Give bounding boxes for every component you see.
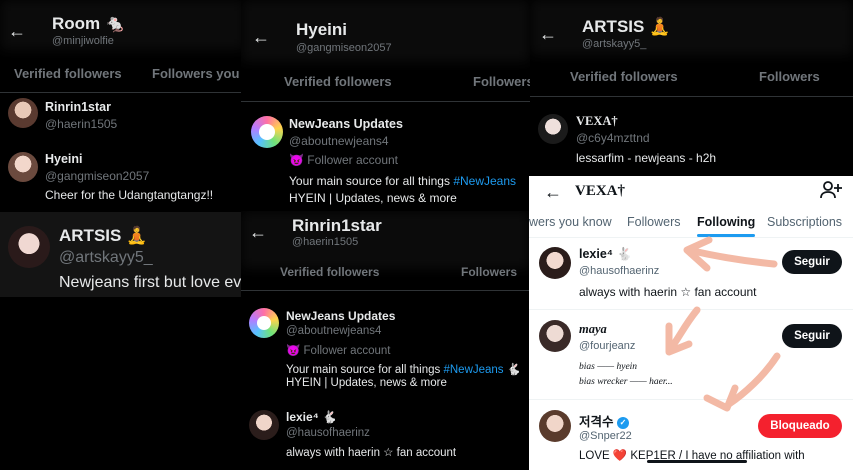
back-arrow-icon[interactable]: ←	[539, 25, 557, 43]
back-arrow-icon[interactable]: ←	[249, 223, 267, 241]
profile-handle: @haerin1505	[292, 236, 359, 248]
user-handle: @hausofhaerinz	[286, 427, 370, 439]
user-name[interactable]: lexie⁴ 🐇	[286, 410, 337, 424]
panel-rinrin-followers: ← Rinrin1star @haerin1505 Verified follo…	[241, 211, 530, 470]
mouse-emoji: 🐁	[104, 14, 127, 33]
tab-verified-followers[interactable]: Verified followers	[280, 265, 379, 279]
follower-account-label: 😈 Follower account	[286, 345, 391, 357]
user-bio: Newjeans first but love ev	[59, 274, 242, 291]
user-bio: Your main source for all things #NewJean…	[286, 364, 522, 376]
profile-handle: @minjiwolfie	[52, 35, 114, 47]
tab-followers[interactable]: Followers	[759, 69, 820, 84]
newjeans-logo-avatar[interactable]	[249, 308, 279, 338]
hashtag-link[interactable]: #NewJeans	[443, 364, 503, 376]
avatar[interactable]	[8, 226, 50, 268]
user-handle: @aboutnewjeans4	[286, 325, 382, 337]
meditation-emoji: 🧘	[649, 17, 671, 36]
user-handle: @c6y4mzttnd	[576, 131, 650, 145]
panel-artsis-followers: ← ARTSIS 🧘 @artskayy5_ Verified follower…	[530, 0, 853, 176]
avatar[interactable]	[249, 410, 279, 440]
user-name[interactable]: Hyeini	[45, 152, 83, 166]
user-bio: lessarfim - newjeans - h2h	[576, 151, 717, 165]
profile-title: Rinrin1star	[292, 216, 382, 235]
tab-followers[interactable]: Followers	[461, 265, 517, 279]
profile-handle: @gangmiseon2057	[296, 42, 392, 54]
user-name[interactable]: Rinrin1star	[45, 100, 111, 114]
tab-verified-followers[interactable]: Verified followers	[570, 69, 678, 84]
mask-icon: 😈	[289, 153, 304, 167]
user-bio-line2: HYEIN | Updates, news & more	[289, 191, 457, 205]
follower-account-label: 😈 Follower account	[289, 153, 399, 167]
bunny-emoji: 🐇	[506, 364, 522, 376]
back-arrow-icon[interactable]: ←	[8, 22, 26, 40]
avatar[interactable]	[538, 114, 568, 144]
newjeans-logo-avatar[interactable]	[251, 116, 283, 148]
profile-title: Hyeini	[296, 20, 348, 39]
user-name[interactable]: NewJeans Updates	[286, 309, 395, 323]
avatar[interactable]	[8, 152, 38, 182]
user-bio: Your main source for all things #NewJean…	[289, 174, 517, 188]
user-handle: @artskayy5_	[59, 249, 153, 266]
panel-vexa-following: ← VEXA† wers you know Followers Followin…	[529, 176, 853, 470]
user-name[interactable]: NewJeans Updates	[289, 117, 403, 131]
profile-handle: @artskayy5_	[582, 38, 647, 50]
back-arrow-icon[interactable]: ←	[252, 28, 270, 46]
mask-icon: 😈	[286, 345, 301, 357]
bunny-emoji: 🐇	[321, 410, 337, 424]
hashtag-link[interactable]: #NewJeans	[453, 174, 516, 188]
tab-verified-followers[interactable]: Verified followers	[284, 74, 392, 89]
tab-verified-followers[interactable]: Verified followers	[14, 66, 122, 81]
avatar[interactable]	[8, 98, 38, 128]
tab-followers-you-know[interactable]: Followers you kr	[152, 66, 245, 81]
meditation-emoji: 🧘	[126, 226, 148, 245]
user-handle: @gangmiseon2057	[45, 169, 150, 183]
user-name[interactable]: VEXA†	[576, 114, 618, 129]
profile-title: Room 🐁	[52, 14, 127, 33]
profile-title: ARTSIS 🧘	[582, 17, 671, 36]
user-handle: @aboutnewjeans4	[289, 134, 389, 148]
user-bio: Cheer for the Udangtangtangz!!	[45, 188, 214, 202]
panel-hyeini-followers: ← Hyeini @gangmiseon2057 Verified follow…	[241, 0, 530, 215]
user-bio-line2: HYEIN | Updates, news & more	[286, 377, 447, 389]
user-handle: @haerin1505	[45, 117, 118, 131]
annotation-arrows	[665, 236, 781, 412]
user-bio: always with haerin ☆ fan account	[286, 447, 457, 459]
tab-followers[interactable]: Followers	[473, 74, 530, 89]
user-name[interactable]: ARTSIS 🧘	[59, 226, 147, 246]
panel-room-followers: ← Room 🐁 @minjiwolfie Verified followers…	[0, 0, 245, 300]
